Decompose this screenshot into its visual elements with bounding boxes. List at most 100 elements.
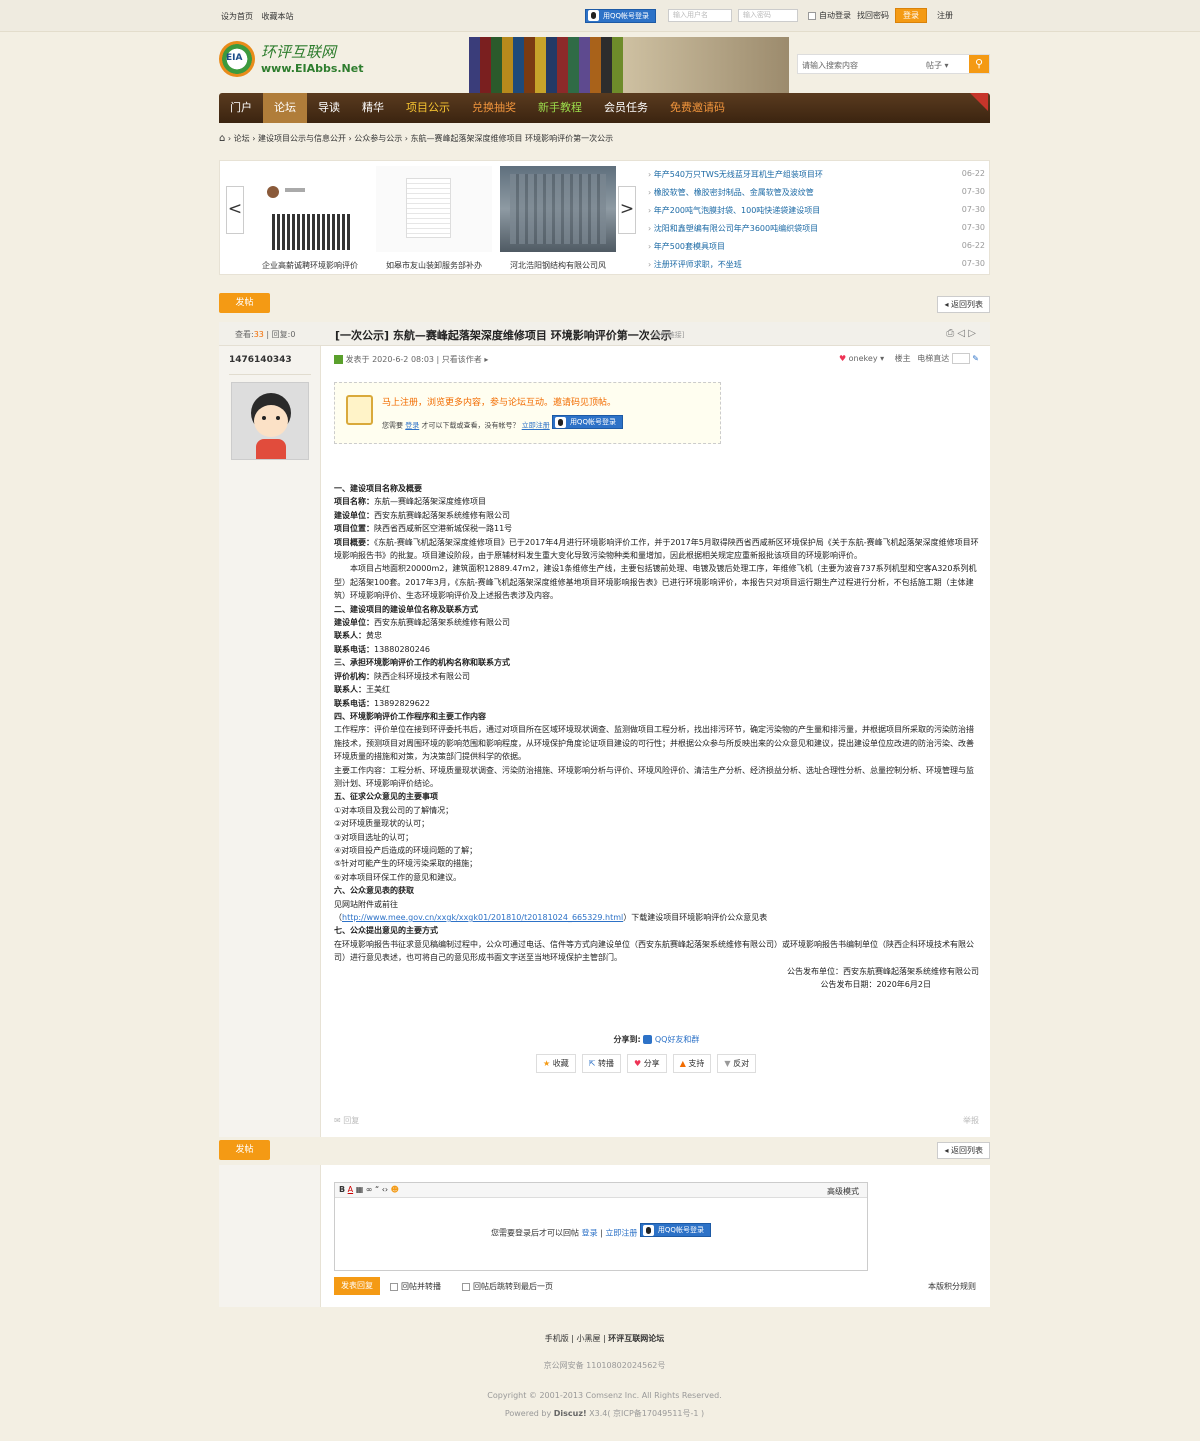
search-input[interactable]: 请输入搜索内容 — [802, 60, 858, 71]
jump-icon[interactable]: ✎ — [972, 354, 979, 363]
nav-portal[interactable]: 门户 — [219, 93, 263, 123]
favorite-button[interactable]: ★ 收藏 — [536, 1054, 576, 1073]
share-qq-link[interactable]: QQ好友和群 — [655, 1035, 700, 1044]
nav-tasks[interactable]: 会员任务 — [593, 93, 659, 123]
logo-emblem: EIA — [219, 41, 255, 77]
font-color-icon[interactable]: A — [348, 1185, 353, 1194]
new-post-button-bottom[interactable]: 发帖 — [219, 1140, 270, 1160]
nav-digest[interactable]: 精华 — [351, 93, 395, 123]
set-home-link[interactable]: 设为首页 — [221, 12, 253, 21]
news-item[interactable]: 年产500套模具项目06-22 — [648, 241, 985, 259]
breadcrumb-thread[interactable]: 东航—赛峰起落架深度维修项目 环境影响评价第一次公示 — [411, 134, 614, 143]
share-row: 分享到: QQ好友和群 — [613, 1035, 700, 1044]
onekey-link[interactable]: onekey — [849, 354, 878, 363]
image-icon[interactable]: ▦ — [356, 1185, 364, 1194]
register-link[interactable]: 注册 — [937, 10, 953, 21]
author-name[interactable]: 1476140343 — [229, 355, 292, 365]
thread-post: 查看:33 | 回复:0 [一次公示] 东航—赛峰起落架深度维修项目 环境影响评… — [219, 322, 990, 1137]
beian-text: 京公网安备 11010802024562号 — [543, 1361, 666, 1370]
search-type-select[interactable]: 帖子 ▾ — [926, 60, 949, 71]
download-link: （http://www.mee.gov.cn/xxgk/xxgk01/20181… — [334, 913, 768, 922]
find-password-link[interactable]: 找回密码 — [857, 10, 889, 21]
home-icon[interactable]: ⌂ — [219, 133, 225, 144]
reply-register-link[interactable]: 立即注册 — [605, 1229, 637, 1238]
content-line: ②对环境质量现状的认可； — [334, 819, 430, 829]
post-meta: 发表于 2020-6-2 08:03 | 只看该作者 ▸ — [334, 354, 488, 365]
nav-invite-code[interactable]: 免费邀请码 — [659, 93, 736, 123]
news-item[interactable]: 橡胶软管、橡胶密封制品、金属软管及波纹管07-30 — [648, 187, 985, 205]
notice-register-link[interactable]: 立即注册 — [522, 422, 550, 430]
breadcrumb: ⌂ › 论坛 › 建设项目公示与信息公开 › 公众参与公示 › 东航—赛峰起落架… — [219, 133, 614, 144]
link-icon[interactable]: ∞ — [366, 1185, 373, 1194]
reply-link[interactable]: ✉ 回复 — [334, 1115, 359, 1126]
advanced-mode-link[interactable]: 高级模式 — [827, 1186, 859, 1197]
quote-icon[interactable]: “ — [375, 1185, 379, 1194]
copy-link-button[interactable]: [复制链接] — [651, 330, 684, 340]
thumb-up-icon: ▲ — [679, 1059, 686, 1068]
news-item[interactable]: 注册环评师求职，不坐班07-30 — [648, 259, 985, 277]
auto-login-checkbox[interactable]: 自动登录 — [808, 10, 851, 21]
search-icon[interactable]: ⚲ — [969, 55, 989, 73]
site-logo[interactable]: EIA 环评互联网 www.EIAbbs.Net — [219, 41, 363, 81]
slide-image-document — [376, 166, 492, 252]
new-post-button[interactable]: 发帖 — [219, 293, 270, 313]
jump-last-checkbox[interactable]: 回帖后跳转到最后一页 — [462, 1281, 553, 1292]
site-name-link[interactable]: 环评互联网论坛 — [608, 1334, 664, 1343]
credit-rules-link[interactable]: 本版积分规则 — [928, 1281, 976, 1292]
report-link[interactable]: 举报 — [963, 1115, 979, 1126]
floor-jump-input[interactable] — [951, 353, 970, 364]
news-item[interactable]: 年产540万只TWS无线蓝牙耳机生产组装项目环06-22 — [648, 169, 985, 187]
bookmark-link[interactable]: 收藏本站 — [262, 12, 294, 21]
content-line: 本项目占地面积20000m2，建筑面积12889.47m2，建设1条维修生产线，… — [334, 564, 977, 601]
slide-image-factory — [500, 166, 616, 252]
powered-by: Powered by Discuz! X3.4( 京ICP备17049511号-… — [504, 1409, 705, 1418]
qq-penguin-icon — [588, 10, 599, 21]
only-author-link[interactable]: 只看该作者 — [442, 355, 482, 364]
mee-url-link[interactable]: http://www.mee.gov.cn/xxgk/xxgk01/201810… — [342, 913, 623, 922]
nav-guide[interactable]: 导读 — [307, 93, 351, 123]
password-input[interactable]: 输入密码 — [738, 9, 799, 22]
search-box: 请输入搜索内容 帖子 ▾ ⚲ — [797, 54, 990, 74]
nav-project-notice[interactable]: 项目公示 — [395, 93, 461, 123]
reply-qq-login-button[interactable]: 用QQ帐号登录 — [639, 1223, 711, 1237]
share-button[interactable]: ♥ 分享 — [626, 1054, 667, 1073]
login-notice: 马上注册，浏览更多内容，参与论坛互动。邀请码见顶帖。 您需要 登录 才可以下载或… — [334, 382, 721, 444]
notice-login-link[interactable]: 登录 — [405, 422, 419, 430]
content-line: 项目名称：东航—赛峰起落架深度维修项目 — [334, 497, 486, 507]
username-input[interactable]: 输入用户名 — [668, 9, 733, 22]
notice-qq-login-button[interactable]: 用QQ帐号登录 — [551, 415, 623, 429]
back-to-list-button-bottom[interactable]: ◂ 返回列表 — [937, 1142, 990, 1159]
breadcrumb-subboard[interactable]: 公众参与公示 — [354, 134, 402, 143]
submit-reply-button[interactable]: 发表回复 — [334, 1277, 380, 1295]
mobile-link[interactable]: 手机版 — [545, 1334, 569, 1343]
reply-login-link[interactable]: 登录 — [582, 1229, 598, 1238]
slide-item[interactable]: 企业高薪诚聘环境影响评价 — [252, 166, 368, 271]
support-button[interactable]: ▲ 支持 — [672, 1054, 712, 1073]
slider-next-button[interactable]: > — [618, 186, 636, 234]
blackroom-link[interactable]: 小黑屋 — [577, 1334, 601, 1343]
qq-login-button[interactable]: 用QQ帐号登录 — [585, 8, 657, 23]
print-prev-next-icons[interactable]: ⎙ ◁ ▷ — [946, 328, 976, 339]
smiley-icon[interactable]: ☻ — [391, 1185, 399, 1194]
news-item[interactable]: 沈阳和鑫塑编有限公司年产3600吨编织袋项目07-30 — [648, 223, 985, 241]
nav-lottery[interactable]: 兑换抽奖 — [461, 93, 527, 123]
content-line: 一、建设项目名称及概要 — [334, 484, 422, 493]
back-to-list-button[interactable]: ◂ 返回列表 — [937, 296, 990, 313]
nav-tutorial[interactable]: 新手教程 — [527, 93, 593, 123]
slider-prev-button[interactable]: < — [226, 186, 244, 234]
content-line: 主要工作内容：工程分析、环境质量现状调查、污染防治措施、环境影响分析与评价、环境… — [334, 765, 974, 788]
content-line: 四、环境影响评价工作程序和主要工作内容 — [334, 711, 486, 721]
oppose-button[interactable]: ▼ 反对 — [717, 1054, 757, 1073]
code-icon[interactable]: ‹› — [382, 1185, 388, 1194]
repost-button[interactable]: ⇱ 转播 — [581, 1054, 621, 1073]
slide-item[interactable]: 河北浩阳钢结构有限公司风 — [500, 166, 616, 271]
nav-forum[interactable]: 论坛 — [263, 93, 307, 123]
breadcrumb-board[interactable]: 建设项目公示与信息公开 — [258, 134, 346, 143]
breadcrumb-forum[interactable]: 论坛 — [234, 134, 250, 143]
avatar[interactable] — [231, 382, 309, 460]
login-button[interactable]: 登录 — [895, 8, 928, 23]
bold-icon[interactable]: B — [339, 1185, 345, 1194]
repost-checkbox[interactable]: 回帖并转播 — [390, 1281, 441, 1292]
news-item[interactable]: 年产200吨气泡膜封袋、100吨快递袋建设项目07-30 — [648, 205, 985, 223]
slide-item[interactable]: 如皋市友山装卸服务部补办 — [376, 166, 492, 271]
